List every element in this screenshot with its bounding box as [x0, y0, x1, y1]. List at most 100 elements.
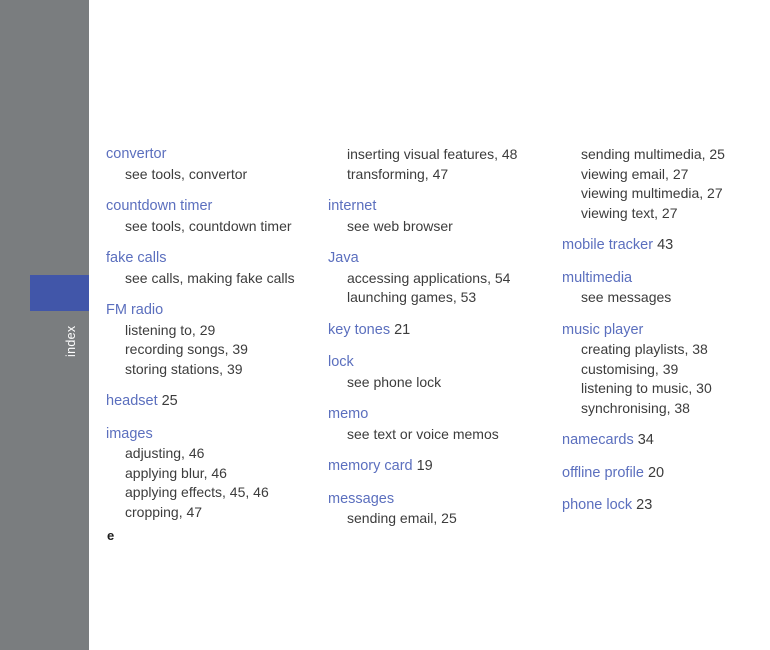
index-heading-label: lock	[328, 354, 354, 370]
index-entry: music player creating playlists, 38 custom…	[562, 321, 770, 419]
index-entry: images adjusting, 46 applying blur, 46 appl…	[106, 425, 316, 523]
index-heading[interactable]: messages	[328, 490, 543, 510]
index-subentry[interactable]: see messages	[562, 288, 770, 308]
index-heading-label: images	[106, 425, 153, 442]
index-entry: offline profile 20	[562, 464, 770, 484]
index-heading-label: key tones	[328, 321, 391, 338]
index-heading[interactable]: internet	[328, 197, 543, 217]
index-heading[interactable]: Java	[328, 249, 543, 269]
index-thumb-tab	[30, 275, 89, 311]
index-heading[interactable]: fake calls	[106, 249, 316, 269]
index-subentry[interactable]: creating playlists, 38	[562, 340, 770, 360]
index-heading-label: namecards	[562, 432, 634, 448]
index-heading[interactable]: multimedia	[562, 269, 770, 289]
index-heading-label: multimedia	[562, 269, 633, 286]
index-subentry[interactable]: transforming, 47	[328, 165, 543, 185]
index-entry-continued: inserting visual features, 48 transformin…	[328, 145, 543, 184]
index-entry: messages sending email, 25	[328, 490, 543, 529]
index-heading-label: FM radio	[106, 302, 164, 318]
index-sidebar: index	[0, 0, 89, 650]
index-entry: Java accessing applications, 54 launching …	[328, 249, 543, 308]
index-heading[interactable]: images	[106, 425, 316, 445]
index-heading[interactable]: memo	[328, 405, 543, 425]
index-heading[interactable]: convertor	[106, 145, 316, 165]
index-heading-label: offline profile	[562, 464, 644, 481]
index-entry: key tones 21	[328, 321, 543, 341]
index-subentry[interactable]: see tools, convertor	[106, 165, 316, 185]
index-subentry[interactable]: applying effects, 45, 46	[106, 483, 316, 503]
page-number: e	[107, 528, 115, 543]
index-heading-label: Java	[328, 250, 359, 266]
index-heading-page: 25	[161, 393, 178, 409]
index-subentry[interactable]: synchronising, 38	[562, 399, 770, 419]
index-heading-label: phone lock	[562, 497, 633, 513]
index-entry: mobile tracker 43	[562, 236, 770, 256]
index-heading-page: 21	[394, 321, 411, 338]
index-subentry[interactable]: viewing multimedia, 27	[562, 184, 770, 204]
index-heading[interactable]: offline profile 20	[562, 464, 770, 484]
index-subentry[interactable]: sending multimedia, 25	[562, 145, 770, 165]
index-heading-page: 34	[637, 432, 654, 448]
index-subentry[interactable]: recording songs, 39	[106, 340, 316, 360]
index-entry: memo see text or voice memos	[328, 405, 543, 444]
index-heading-label: countdown timer	[106, 198, 213, 214]
index-heading-label: messages	[328, 490, 395, 507]
index-heading[interactable]: countdown timer	[106, 197, 316, 217]
index-heading-label: convertor	[106, 146, 167, 162]
index-columns: convertor see tools, convertor countdown t…	[89, 145, 770, 542]
index-heading-page: 20	[647, 464, 665, 481]
index-subentry[interactable]: sending email, 25	[328, 509, 543, 529]
index-entry: FM radio listening to, 29 recording songs,…	[106, 301, 316, 379]
index-heading-label: headset	[106, 393, 158, 409]
index-subentry[interactable]: see phone lock	[328, 373, 543, 393]
index-heading[interactable]: phone lock 23	[562, 496, 770, 516]
index-heading-page: 19	[416, 458, 433, 474]
index-heading-page: 43	[657, 237, 674, 253]
index-subentry[interactable]: cropping, 47	[106, 503, 316, 523]
index-subentry[interactable]: see text or voice memos	[328, 425, 543, 445]
column-1: convertor see tools, convertor countdown t…	[89, 145, 316, 535]
index-heading[interactable]: lock	[328, 353, 543, 373]
index-heading[interactable]: namecards 34	[562, 431, 770, 451]
index-subentry[interactable]: accessing applications, 54	[328, 269, 543, 289]
index-heading[interactable]: memory card 19	[328, 457, 543, 477]
index-entry-continued: sending multimedia, 25 viewing email, 27 v…	[562, 145, 770, 223]
index-heading-label: music player	[562, 321, 644, 338]
index-entry: countdown timer see tools, countdown time…	[106, 197, 316, 236]
index-entry: namecards 34	[562, 431, 770, 451]
index-subentry[interactable]: adjusting, 46	[106, 444, 316, 464]
index-heading-page: 23	[636, 497, 653, 513]
index-subentry[interactable]: see calls, making fake calls	[106, 269, 316, 289]
index-entry: internet see web browser	[328, 197, 543, 236]
sidebar-section-label: index	[64, 325, 78, 357]
index-entry: fake calls see calls, making fake calls	[106, 249, 316, 288]
index-entry: memory card 19	[328, 457, 543, 477]
index-heading-label: memory card	[328, 458, 413, 474]
index-heading-label: fake calls	[106, 250, 167, 266]
index-heading[interactable]: FM radio	[106, 301, 316, 321]
index-entry: convertor see tools, convertor	[106, 145, 316, 184]
index-entry: multimedia see messages	[562, 269, 770, 308]
index-subentry[interactable]: see tools, countdown timer	[106, 217, 316, 237]
index-subentry[interactable]: see web browser	[328, 217, 543, 237]
index-heading-label: internet	[328, 198, 377, 214]
index-heading[interactable]: mobile tracker 43	[562, 236, 770, 256]
index-subentry[interactable]: applying blur, 46	[106, 464, 316, 484]
index-heading[interactable]: key tones 21	[328, 321, 543, 341]
index-heading[interactable]: music player	[562, 321, 770, 341]
index-entry: lock see phone lock	[328, 353, 543, 392]
column-3: sending multimedia, 25 viewing email, 27 v…	[543, 145, 770, 529]
index-entry: phone lock 23	[562, 496, 770, 516]
index-page: convertor see tools, convertor countdown t…	[89, 0, 770, 650]
index-heading[interactable]: headset 25	[106, 392, 316, 412]
index-subentry[interactable]: customising, 39	[562, 360, 770, 380]
index-subentry[interactable]: storing stations, 39	[106, 360, 316, 380]
index-subentry[interactable]: launching games, 53	[328, 288, 543, 308]
index-subentry[interactable]: listening to, 29	[106, 321, 316, 341]
index-heading-label: mobile tracker	[562, 237, 654, 253]
index-entry: headset 25	[106, 392, 316, 412]
index-subentry[interactable]: viewing email, 27	[562, 165, 770, 185]
index-subentry[interactable]: inserting visual features, 48	[328, 145, 543, 165]
index-subentry[interactable]: listening to music, 30	[562, 379, 770, 399]
index-subentry[interactable]: viewing text, 27	[562, 204, 770, 224]
